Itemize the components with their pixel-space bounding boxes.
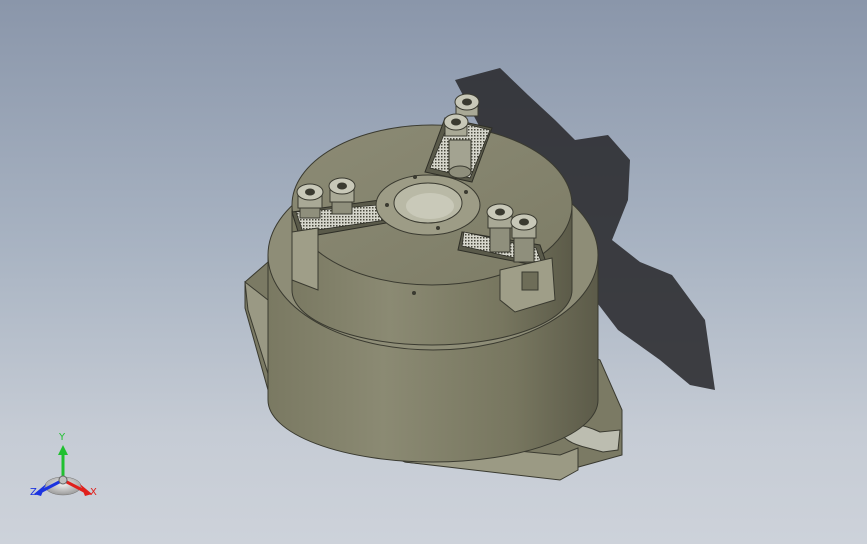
ring-hole — [464, 190, 468, 194]
bolt — [486, 203, 514, 229]
bolt-shank — [513, 237, 535, 263]
y-axis-label: Y — [59, 432, 66, 443]
jaw-block-right-notch — [521, 271, 539, 291]
model-canvas[interactable] — [0, 0, 867, 544]
bolt-shank — [299, 207, 321, 219]
bolt — [328, 177, 356, 203]
jaw-block-left — [291, 227, 319, 291]
bolt-shank — [489, 227, 511, 253]
bolt — [448, 139, 472, 179]
cad-viewport[interactable]: Y X Z — [0, 0, 867, 544]
ring-hole — [413, 175, 417, 179]
bolt-shank — [331, 201, 353, 215]
face-hole — [412, 291, 416, 295]
bolt — [443, 113, 469, 137]
center-bore-inner — [406, 193, 454, 219]
triad-origin — [58, 475, 68, 485]
y-axis-arrow-icon — [58, 445, 68, 455]
z-axis-label: Z — [30, 487, 37, 498]
bolt — [296, 183, 324, 209]
x-axis-label: X — [90, 487, 97, 498]
orientation-triad[interactable] — [34, 445, 92, 496]
ring-hole — [436, 226, 440, 230]
bolt — [510, 213, 538, 239]
bolt — [454, 93, 480, 117]
ring-hole — [385, 203, 389, 207]
